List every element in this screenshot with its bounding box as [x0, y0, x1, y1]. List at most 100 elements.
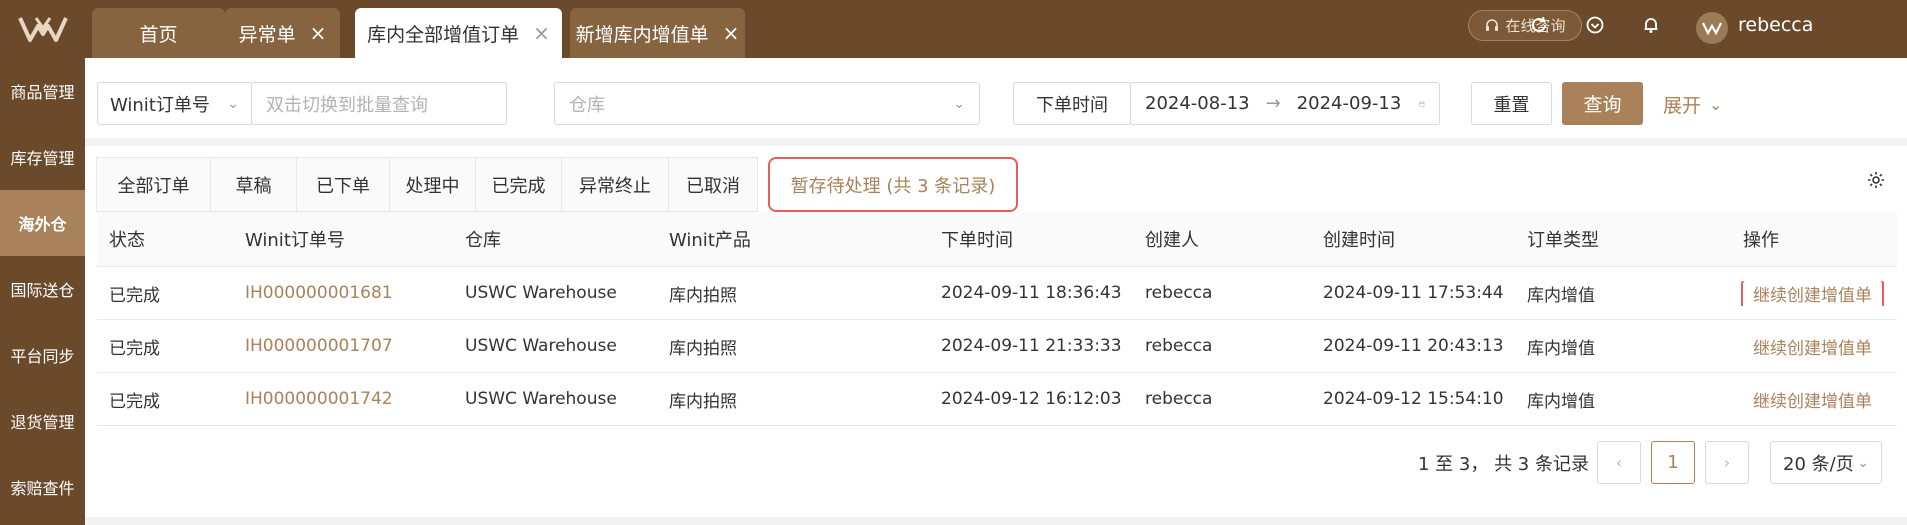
filter-bar: Winit订单号 ⌄ 双击切换到批量查询 仓库 ⌄ 下单时间 2024-08-1… — [85, 58, 1907, 146]
action-cell: 继续创建增值单 — [1731, 387, 1897, 412]
expand-label: 展开 — [1663, 95, 1702, 117]
date-end[interactable]: 2024-09-13 — [1297, 93, 1402, 114]
close-icon[interactable]: × — [723, 23, 740, 43]
order-number-type-select[interactable]: Winit订单号 ⌄ — [97, 82, 252, 125]
username[interactable]: rebecca — [1738, 14, 1813, 36]
tab-completed[interactable]: 已完成 — [476, 157, 562, 212]
action-cell: 继续创建增值单 — [1731, 280, 1897, 306]
select-placeholder: 仓库 — [569, 94, 605, 116]
date-start[interactable]: 2024-08-13 — [1145, 93, 1250, 114]
date-range-arrow: → — [1265, 93, 1281, 114]
order-time-cell: 2024-09-11 21:33:33 — [941, 336, 1122, 356]
table-row: 已完成 IH000000001681 USWC Warehouse 库内拍照 2… — [97, 267, 1897, 320]
column-header: 仓库 — [465, 230, 501, 251]
column-header: 状态 — [109, 230, 145, 251]
favorite-icon[interactable] — [1584, 14, 1606, 36]
sidebar-item-returns[interactable]: 退货管理 — [0, 388, 85, 454]
status-tabs: 全部订单 草稿 已下单 处理中 已完成 异常终止 已取消 暂存待处理 (共 3 … — [96, 157, 1018, 212]
close-icon[interactable]: × — [533, 23, 550, 43]
online-consult-button[interactable]: 在线咨询 — [1468, 10, 1582, 41]
order-number-link[interactable]: IH000000001707 — [233, 336, 453, 356]
created-time-cell: 2024-09-11 17:53:44 — [1323, 283, 1504, 303]
sidebar-item-claims[interactable]: 索赔查件 — [0, 454, 85, 520]
table-header: 状态 Winit订单号 仓库 Winit产品 下单时间 创建人 创建时间 订单类… — [97, 212, 1897, 267]
input-placeholder: 双击切换到批量查询 — [266, 94, 428, 116]
tab-draft[interactable]: 草稿 — [211, 157, 297, 212]
page-size-select[interactable]: 20 条/页 ⌄ — [1770, 441, 1882, 484]
page-size-value: 20 条/页 — [1783, 453, 1854, 475]
sidebar-item-label: 国际送仓 — [10, 281, 75, 300]
orders-table: 状态 Winit订单号 仓库 Winit产品 下单时间 创建人 创建时间 订单类… — [97, 212, 1897, 426]
chevron-down-icon: ⌄ — [953, 95, 965, 112]
tab-label: 库内全部增值订单 — [367, 23, 520, 46]
chevron-down-icon: ⌄ — [227, 95, 239, 112]
warehouse-select[interactable]: 仓库 ⌄ — [554, 82, 980, 125]
tab-pending-drafts[interactable]: 暂存待处理 (共 3 条记录) — [768, 157, 1018, 212]
next-page-button[interactable]: › — [1705, 441, 1749, 484]
tab-cancelled[interactable]: 已取消 — [669, 157, 758, 212]
warehouse-cell: USWC Warehouse — [465, 389, 617, 409]
query-button[interactable]: 查询 — [1562, 82, 1643, 125]
order-type-cell: 库内增值 — [1527, 285, 1595, 306]
order-number-link[interactable]: IH000000001742 — [233, 389, 453, 409]
product-cell: 库内拍照 — [669, 338, 737, 359]
column-header: 创建人 — [1145, 230, 1199, 251]
tab-home[interactable]: 首页 — [92, 8, 225, 58]
creator-cell: rebecca — [1145, 389, 1213, 409]
sidebar-item-international-delivery[interactable]: 国际送仓 — [0, 256, 85, 322]
expand-filters-button[interactable]: 展开 ⌄ — [1663, 91, 1722, 118]
tab-exceptions[interactable]: 异常单 × — [225, 8, 340, 58]
tab-ordered[interactable]: 已下单 — [297, 157, 390, 212]
logo-mark-icon — [17, 17, 68, 42]
sidebar-item-products[interactable]: 商品管理 — [0, 58, 85, 124]
order-type-cell: 库内增值 — [1527, 391, 1595, 412]
chevron-down-icon: ⌄ — [1709, 95, 1723, 114]
tab-abnormal-terminated[interactable]: 异常终止 — [562, 157, 669, 212]
date-type-label: 下单时间 — [1036, 94, 1108, 116]
sidebar-item-overseas-warehouse[interactable]: 海外仓 — [0, 190, 85, 256]
column-header: Winit订单号 — [245, 230, 345, 251]
chevron-down-icon: ⌄ — [1857, 454, 1869, 471]
sidebar-item-platform-sync[interactable]: 平台同步 — [0, 322, 85, 388]
order-number-link[interactable]: IH000000001681 — [233, 283, 453, 303]
warehouse-cell: USWC Warehouse — [465, 336, 617, 356]
table-row: 已完成 IH000000001742 USWC Warehouse 库内拍照 2… — [97, 373, 1897, 426]
tab-new-value-added-order[interactable]: 新增库内增值单 × — [570, 8, 745, 58]
close-icon[interactable]: × — [310, 23, 327, 43]
calendar-icon — [1419, 100, 1425, 106]
continue-create-button[interactable]: 继续创建增值单 — [1753, 392, 1872, 412]
created-time-cell: 2024-09-12 15:54:10 — [1323, 389, 1504, 409]
batch-query-input[interactable]: 双击切换到批量查询 — [251, 82, 507, 125]
column-header: 订单类型 — [1527, 230, 1599, 251]
reset-button[interactable]: 重置 — [1471, 82, 1552, 125]
gear-icon[interactable] — [1866, 170, 1886, 195]
order-time-cell: 2024-09-11 18:36:43 — [941, 283, 1122, 303]
continue-create-button[interactable]: 继续创建增值单 — [1741, 280, 1884, 306]
sidebar-item-inventory[interactable]: 库存管理 — [0, 124, 85, 190]
order-time-cell: 2024-09-12 16:12:03 — [941, 389, 1122, 409]
product-cell: 库内拍照 — [669, 391, 737, 412]
column-header: 操作 — [1743, 230, 1779, 251]
pagination-summary: 1 至 3， 共 3 条记录 — [1418, 454, 1589, 475]
page-1-button[interactable]: 1 — [1651, 441, 1695, 484]
date-type-select[interactable]: 下单时间 — [1013, 82, 1131, 125]
tab-all-value-added-orders[interactable]: 库内全部增值订单 × — [355, 8, 562, 58]
order-type-cell: 库内增值 — [1527, 338, 1595, 359]
winit-logo[interactable] — [0, 0, 85, 58]
continue-create-button[interactable]: 继续创建增值单 — [1753, 339, 1872, 359]
sidebar-item-label: 海外仓 — [18, 215, 67, 234]
status-cell: 已完成 — [109, 338, 160, 359]
tab-all-orders[interactable]: 全部订单 — [96, 157, 211, 212]
tab-processing[interactable]: 处理中 — [390, 157, 476, 212]
refresh-icon[interactable] — [1528, 14, 1550, 36]
sidebar-item-label: 库存管理 — [10, 149, 75, 168]
select-value: Winit订单号 — [110, 94, 210, 116]
prev-page-button[interactable]: ‹ — [1597, 441, 1641, 484]
created-time-cell: 2024-09-11 20:43:13 — [1323, 336, 1504, 356]
date-range-picker[interactable]: 2024-08-13 → 2024-09-13 — [1130, 82, 1440, 125]
notification-bell-icon[interactable] — [1640, 14, 1662, 36]
table-row: 已完成 IH000000001707 USWC Warehouse 库内拍照 2… — [97, 320, 1897, 373]
status-cell: 已完成 — [109, 285, 160, 306]
avatar[interactable] — [1696, 12, 1728, 44]
column-header: 下单时间 — [941, 230, 1013, 251]
